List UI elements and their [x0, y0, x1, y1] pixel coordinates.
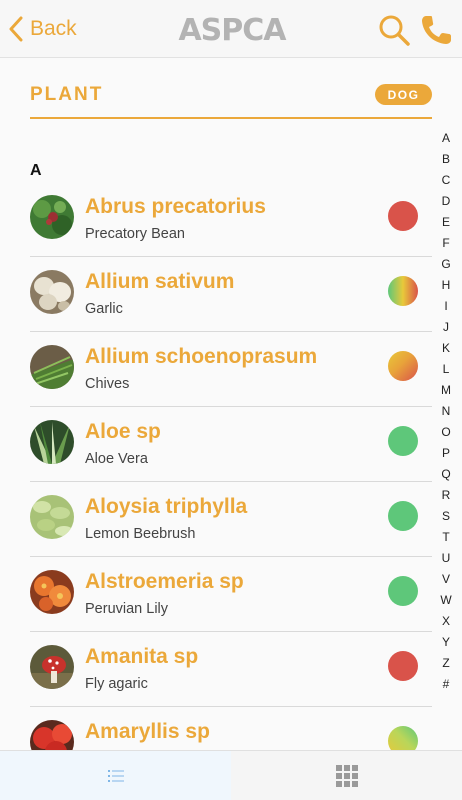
index-letter-s[interactable]: S	[436, 506, 456, 527]
toxicity-indicator	[388, 351, 418, 381]
list-item[interactable]: Allium schoenoprasum Chives	[30, 332, 432, 407]
index-letter-o[interactable]: O	[436, 422, 456, 443]
navigation-bar: Back ASPCA	[0, 0, 462, 58]
list-item[interactable]: Aloysia triphylla Lemon Beebrush	[30, 482, 432, 557]
index-letter-e[interactable]: E	[436, 212, 456, 233]
scientific-name: Amaryllis sp	[85, 720, 210, 743]
index-letter-m[interactable]: M	[436, 380, 456, 401]
chevron-left-icon	[9, 16, 23, 42]
index-letter-a[interactable]: A	[436, 128, 456, 149]
index-letter-u[interactable]: U	[436, 548, 456, 569]
index-letter-q[interactable]: Q	[436, 464, 456, 485]
toxicity-indicator	[388, 501, 418, 531]
plant-thumbnail	[30, 645, 74, 689]
plant-thumbnail	[30, 495, 74, 539]
plant-list[interactable]: Abrus precatorius Precatory Bean Allium …	[30, 182, 432, 750]
back-button[interactable]: Back	[8, 12, 77, 46]
scientific-name: Alstroemeria sp	[85, 570, 244, 593]
group-letter-header: A	[30, 162, 42, 179]
index-letter-w[interactable]: W	[436, 590, 456, 611]
aspca-logo: ASPCA	[176, 12, 288, 48]
alphabet-index[interactable]: A B C D E F G H I J K L M N O P Q R S T …	[436, 128, 456, 695]
plant-thumbnail	[30, 420, 74, 464]
index-letter-c[interactable]: C	[436, 170, 456, 191]
tab-list-view[interactable]	[0, 751, 231, 800]
logo-text: ASPCA	[178, 12, 286, 48]
index-letter-g[interactable]: G	[436, 254, 456, 275]
toxicity-indicator	[388, 426, 418, 456]
search-button[interactable]	[378, 14, 410, 46]
toxicity-indicator	[388, 726, 418, 750]
scientific-name: Abrus precatorius	[85, 195, 266, 218]
back-label: Back	[30, 17, 77, 40]
toxicity-indicator	[388, 201, 418, 231]
list-item[interactable]: Alstroemeria sp Peruvian Lily	[30, 557, 432, 632]
index-letter-f[interactable]: F	[436, 233, 456, 254]
list-item[interactable]: Abrus precatorius Precatory Bean	[30, 182, 432, 257]
bottom-tab-bar	[0, 750, 462, 800]
index-letter-t[interactable]: T	[436, 527, 456, 548]
list-item[interactable]: Amaryllis sp	[30, 707, 432, 750]
call-button[interactable]	[420, 14, 454, 46]
plant-thumbnail	[30, 720, 74, 750]
tab-grid-view[interactable]	[231, 751, 462, 800]
scientific-name: Aloysia triphylla	[85, 495, 248, 518]
search-icon	[379, 15, 410, 46]
index-letter-i[interactable]: I	[436, 296, 456, 317]
scientific-name: Aloe sp	[85, 420, 161, 443]
common-name: Lemon Beebrush	[85, 526, 196, 542]
common-name: Precatory Bean	[85, 226, 185, 242]
index-letter-n[interactable]: N	[436, 401, 456, 422]
list-icon	[107, 769, 124, 782]
index-letter-hash[interactable]: #	[436, 674, 456, 695]
phone-icon	[422, 16, 451, 44]
toxicity-indicator	[388, 576, 418, 606]
app: Back ASPCA PLANT DOG A Abrus precatorius…	[0, 0, 462, 800]
index-letter-y[interactable]: Y	[436, 632, 456, 653]
index-letter-x[interactable]: X	[436, 611, 456, 632]
section-header: PLANT DOG	[30, 80, 432, 119]
index-letter-b[interactable]: B	[436, 149, 456, 170]
section-title: PLANT	[30, 84, 104, 105]
common-name: Chives	[85, 376, 130, 392]
plant-thumbnail	[30, 195, 74, 239]
plant-thumbnail	[30, 570, 74, 614]
common-name: Fly agaric	[85, 676, 148, 692]
index-letter-l[interactable]: L	[436, 359, 456, 380]
toxicity-indicator	[388, 651, 418, 681]
index-letter-h[interactable]: H	[436, 275, 456, 296]
index-letter-v[interactable]: V	[436, 569, 456, 590]
list-item[interactable]: Amanita sp Fly agaric	[30, 632, 432, 707]
common-name: Aloe Vera	[85, 451, 148, 467]
index-letter-z[interactable]: Z	[436, 653, 456, 674]
index-letter-k[interactable]: K	[436, 338, 456, 359]
list-item[interactable]: Aloe sp Aloe Vera	[30, 407, 432, 482]
plant-thumbnail	[30, 270, 74, 314]
index-letter-j[interactable]: J	[436, 317, 456, 338]
index-letter-p[interactable]: P	[436, 443, 456, 464]
scientific-name: Allium sativum	[85, 270, 235, 293]
list-item[interactable]: Allium sativum Garlic	[30, 257, 432, 332]
toxicity-indicator	[388, 276, 418, 306]
grid-icon	[335, 764, 358, 787]
index-letter-r[interactable]: R	[436, 485, 456, 506]
common-name: Peruvian Lily	[85, 601, 169, 617]
plant-thumbnail	[30, 345, 74, 389]
index-letter-d[interactable]: D	[436, 191, 456, 212]
common-name: Garlic	[85, 301, 123, 317]
scientific-name: Allium schoenoprasum	[85, 345, 318, 368]
pet-filter-badge[interactable]: DOG	[375, 84, 432, 105]
scientific-name: Amanita sp	[85, 645, 199, 668]
